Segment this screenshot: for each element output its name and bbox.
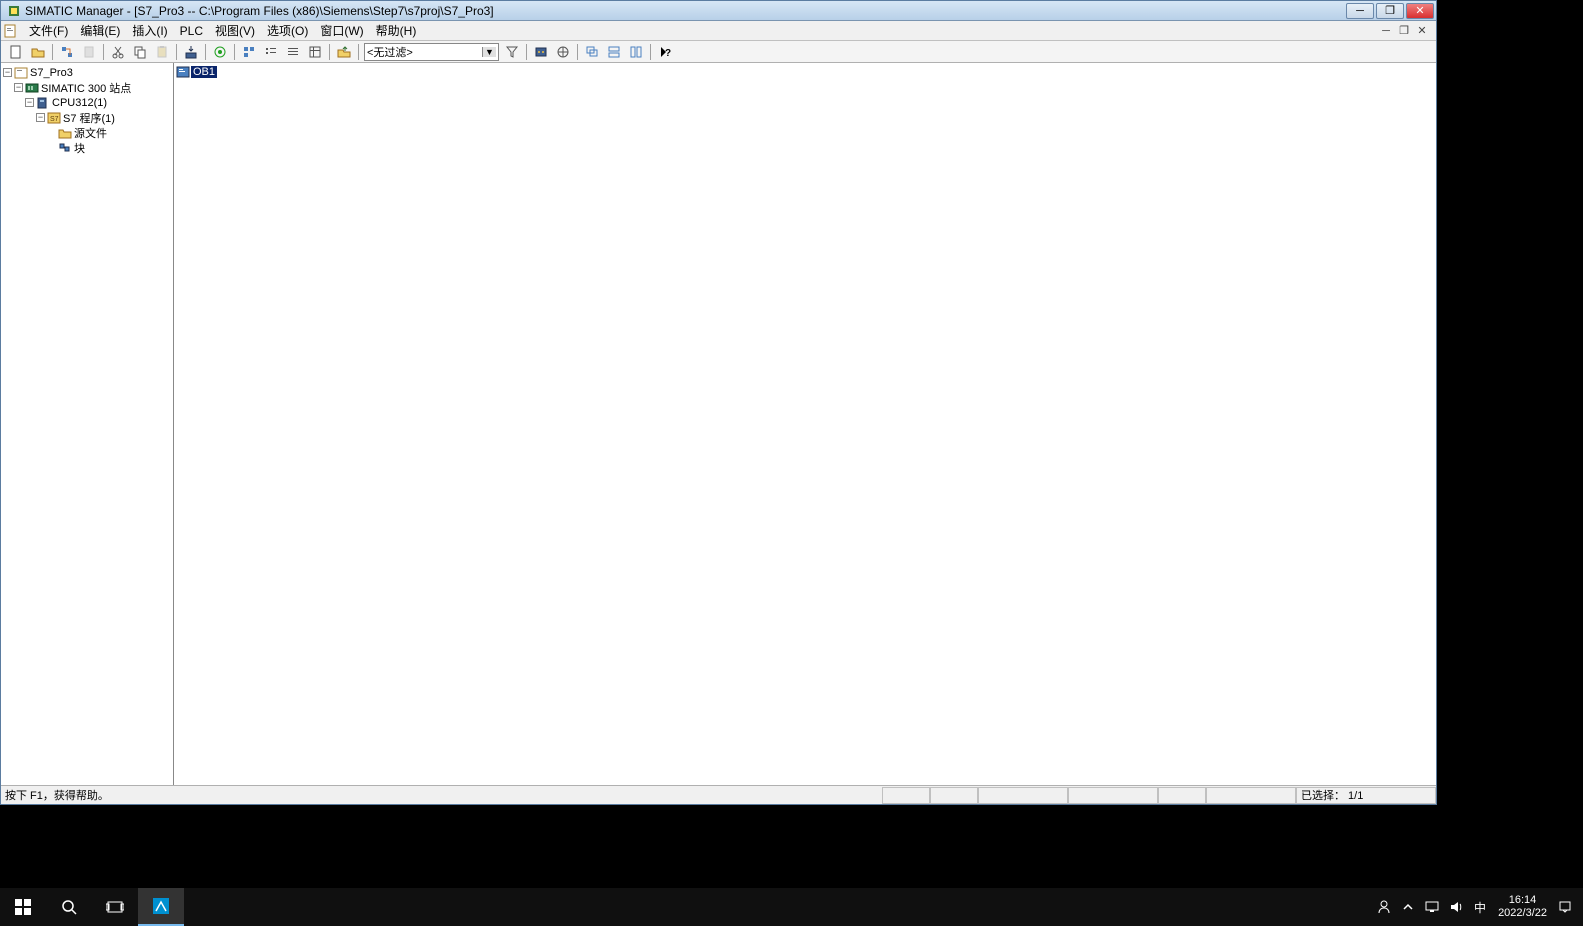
people-icon[interactable] [1374, 897, 1394, 917]
network-icon[interactable] [1422, 897, 1442, 917]
filter-dropdown[interactable]: <无过滤> ▼ [364, 43, 499, 61]
cut-button[interactable] [108, 42, 128, 62]
copy-button[interactable] [130, 42, 150, 62]
filter-settings-button[interactable] [502, 42, 522, 62]
status-help-text: 按下 F1，获得帮助。 [1, 787, 882, 804]
folder-icon [58, 127, 72, 139]
menu-file[interactable]: 文件(F) [23, 20, 74, 41]
tree-node-program[interactable]: − S7 S7 程序(1) [3, 110, 171, 125]
block-item[interactable]: OB1 [176, 65, 217, 79]
status-cell-4 [1068, 787, 1158, 804]
start-button[interactable] [0, 888, 46, 926]
app-icon [7, 4, 21, 18]
download-button[interactable] [181, 42, 201, 62]
open-button[interactable] [28, 42, 48, 62]
blocks-icon [58, 142, 72, 154]
program-icon: S7 [47, 112, 61, 124]
accessible-nodes-button[interactable] [57, 42, 77, 62]
toolbar: <无过滤> ▼ ? [1, 41, 1436, 63]
configure-network-button[interactable] [553, 42, 573, 62]
clock-time: 16:14 [1498, 894, 1547, 907]
mdi-minimize-button[interactable]: ─ [1380, 25, 1392, 37]
status-cell-2 [930, 787, 978, 804]
menu-plc[interactable]: PLC [174, 22, 209, 40]
simulate-button[interactable] [531, 42, 551, 62]
up-one-level-button[interactable] [334, 42, 354, 62]
chevron-down-icon: ▼ [482, 47, 496, 57]
filter-value: <无过滤> [367, 44, 413, 60]
collapse-icon[interactable]: − [36, 113, 45, 122]
window-cascade-button[interactable] [582, 42, 602, 62]
taskbar: 中 16:14 2022/3/22 [0, 888, 1583, 926]
ob-block-icon [176, 66, 190, 78]
menu-insert[interactable]: 插入(I) [126, 20, 173, 41]
clock-date: 2022/3/22 [1498, 907, 1547, 920]
tree-node-project[interactable]: − S7_Pro3 [3, 65, 171, 80]
taskbar-app-simatic[interactable] [138, 888, 184, 926]
online-button[interactable] [210, 42, 230, 62]
menu-window[interactable]: 窗口(W) [314, 20, 369, 41]
titlebar: SIMATIC Manager - [S7_Pro3 -- C:\Program… [1, 1, 1436, 21]
collapse-icon[interactable]: − [14, 83, 23, 92]
collapse-icon[interactable]: − [25, 98, 34, 107]
task-view-button[interactable] [92, 888, 138, 926]
menu-edit[interactable]: 编辑(E) [74, 20, 126, 41]
menu-view[interactable]: 视图(V) [209, 20, 261, 41]
volume-icon[interactable] [1446, 897, 1466, 917]
tree-node-cpu[interactable]: − CPU312(1) [3, 95, 171, 110]
window-horizontal-button[interactable] [604, 42, 624, 62]
notifications-icon[interactable] [1555, 897, 1575, 917]
svg-text:S7: S7 [50, 116, 59, 123]
menu-options[interactable]: 选项(O) [261, 20, 314, 41]
station-icon [25, 82, 39, 94]
mdi-close-button[interactable]: ✕ [1416, 25, 1428, 37]
menubar: 文件(F) 编辑(E) 插入(I) PLC 视图(V) 选项(O) 窗口(W) … [1, 21, 1436, 41]
maximize-button[interactable]: ❐ [1376, 3, 1404, 19]
block-label: OB1 [191, 66, 217, 78]
app-window: SIMATIC Manager - [S7_Pro3 -- C:\Program… [0, 0, 1437, 805]
document-icon [3, 23, 19, 39]
tray-chevron-icon[interactable] [1398, 897, 1418, 917]
search-button[interactable] [46, 888, 92, 926]
tree-node-station[interactable]: − SIMATIC 300 站点 [3, 80, 171, 95]
content-panel[interactable]: OB1 [174, 63, 1436, 785]
list-button[interactable] [283, 42, 303, 62]
close-button[interactable]: ✕ [1406, 3, 1434, 19]
status-cell-3 [978, 787, 1068, 804]
status-cell-1 [882, 787, 930, 804]
workspace: − S7_Pro3 − SIMATIC 300 站点 − CPU312(1) −… [1, 63, 1436, 785]
clock[interactable]: 16:14 2022/3/22 [1492, 894, 1553, 920]
context-help-button[interactable]: ? [655, 42, 675, 62]
small-icons-button[interactable] [261, 42, 281, 62]
collapse-icon[interactable]: − [3, 68, 12, 77]
window-title: SIMATIC Manager - [S7_Pro3 -- C:\Program… [25, 4, 1346, 18]
mdi-restore-button[interactable]: ❐ [1398, 25, 1410, 37]
svg-text:?: ? [665, 48, 671, 59]
menu-help[interactable]: 帮助(H) [370, 20, 423, 41]
details-button[interactable] [305, 42, 325, 62]
statusbar: 按下 F1，获得帮助。 已选择： 1/1 [1, 785, 1436, 804]
window-vertical-button[interactable] [626, 42, 646, 62]
paste-button[interactable] [152, 42, 172, 62]
memory-card-button[interactable] [79, 42, 99, 62]
tree-node-sources[interactable]: 源文件 [3, 125, 171, 140]
cpu-icon [36, 97, 50, 109]
status-cell-6 [1206, 787, 1296, 804]
project-tree[interactable]: − S7_Pro3 − SIMATIC 300 站点 − CPU312(1) −… [1, 63, 174, 785]
new-button[interactable] [6, 42, 26, 62]
project-icon [14, 67, 28, 79]
large-icons-button[interactable] [239, 42, 259, 62]
minimize-button[interactable]: ─ [1346, 3, 1374, 19]
status-cell-5 [1158, 787, 1206, 804]
ime-indicator[interactable]: 中 [1470, 897, 1490, 917]
tree-node-blocks[interactable]: 块 [3, 140, 171, 155]
status-selection: 已选择： 1/1 [1296, 787, 1436, 804]
